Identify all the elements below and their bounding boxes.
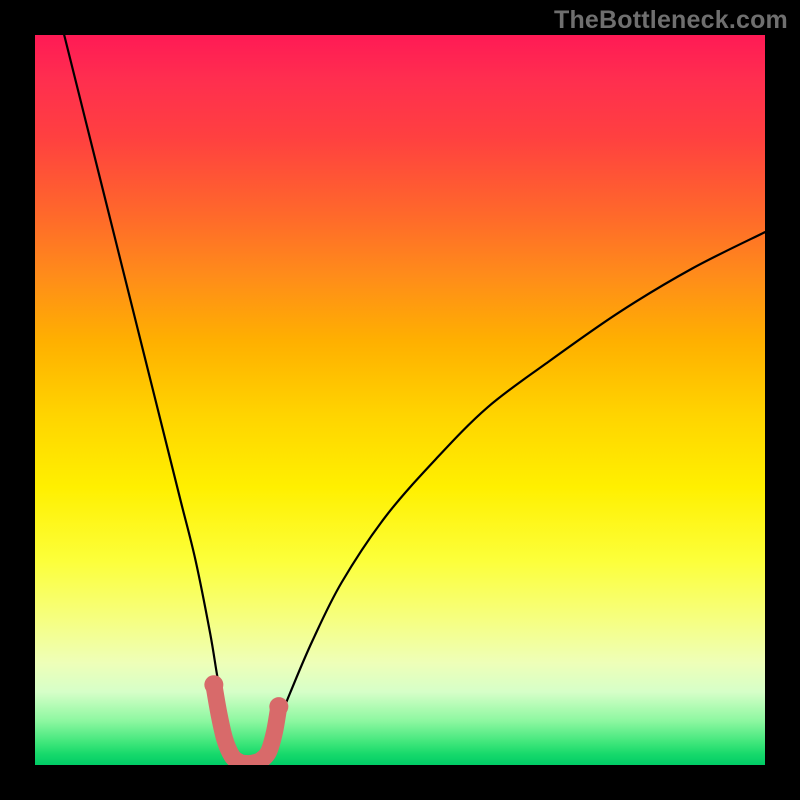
highlight-end-dot	[269, 697, 288, 716]
plot-area	[35, 35, 765, 765]
near-optimal-band	[214, 685, 279, 764]
bottleneck-curve	[64, 35, 765, 762]
curve-layer	[35, 35, 765, 765]
chart-frame: TheBottleneck.com	[0, 0, 800, 800]
watermark-text: TheBottleneck.com	[554, 6, 788, 35]
highlight-end-dot	[204, 675, 223, 694]
